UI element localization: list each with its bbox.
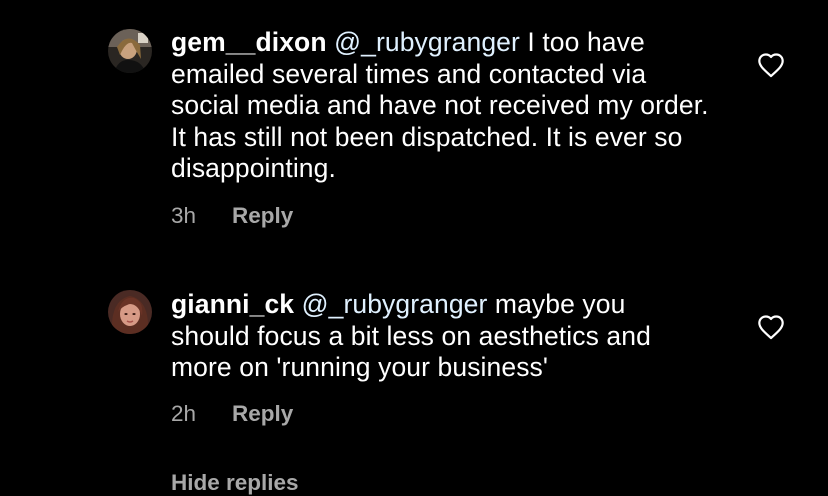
comment-mention[interactable]: @_rubygranger xyxy=(334,27,520,57)
avatar-image xyxy=(108,29,152,73)
avatar-image xyxy=(108,290,152,334)
comment-username[interactable]: gianni_ck xyxy=(171,289,294,319)
comment-text: gianni_ck @_rubygranger maybe you should… xyxy=(171,289,711,384)
comment-username[interactable]: gem__dixon xyxy=(171,27,327,57)
hide-replies-label: Hide replies xyxy=(171,470,299,495)
avatar[interactable] xyxy=(108,29,152,73)
avatar[interactable] xyxy=(108,290,152,334)
comment-meta: 3h Reply xyxy=(171,203,293,229)
comment-meta: 2h Reply xyxy=(171,401,293,427)
reply-button[interactable]: Reply xyxy=(232,401,293,427)
comment-time: 2h xyxy=(171,401,197,426)
reply-button[interactable]: Reply xyxy=(232,203,293,229)
heart-outline-icon[interactable] xyxy=(757,314,785,340)
comment-mention[interactable]: @_rubygranger xyxy=(302,289,488,319)
hide-replies-button[interactable]: Hide replies xyxy=(171,470,299,496)
heart-outline-icon[interactable] xyxy=(757,52,785,78)
comment-text: gem__dixon @_rubygranger I too have emai… xyxy=(171,27,711,185)
comment-time: 3h xyxy=(171,203,197,228)
